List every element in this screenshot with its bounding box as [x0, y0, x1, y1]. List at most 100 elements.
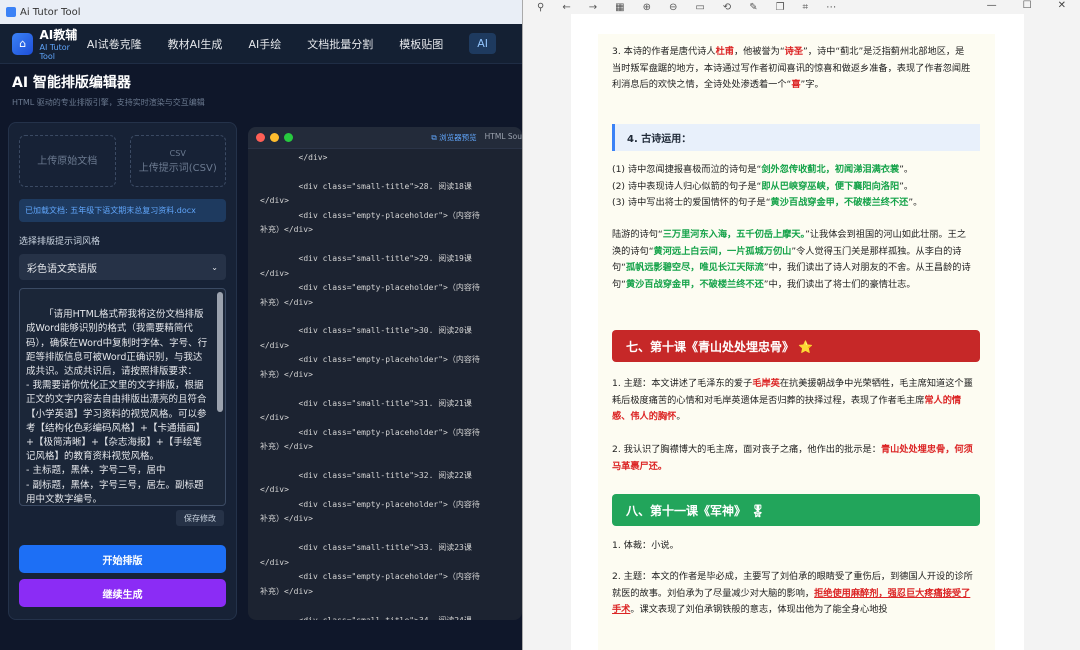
continue-generate-button[interactable]: 继续生成 [19, 579, 226, 607]
brand[interactable]: ⌂ AI教辅 AI Tutor Tool [12, 26, 87, 61]
window-title: Ai Tutor Tool [20, 6, 81, 18]
document-page: 3. 本诗的作者是唐代诗人杜甫，他被誉为“诗圣”，诗中“蓟北”是泛指蓟州北部地区… [571, 14, 1024, 650]
close-icon[interactable]: ✕ [1058, 0, 1066, 11]
page-title: AI 智能排版编辑器 [12, 75, 131, 91]
brand-name: AI教辅 [39, 28, 78, 42]
fit-icon[interactable]: ▭ [695, 2, 704, 13]
upload-doc-label: 上传原始文档 [37, 155, 98, 167]
nav-item-batch-split[interactable]: 文档批量分割 [307, 36, 373, 52]
upload-csv-label: 上传提示词(CSV) [138, 163, 217, 174]
csv-icon-label: CSV [169, 149, 186, 158]
tutor-app-window: Ai Tutor Tool ⌂ AI教辅 AI Tutor Tool AI试卷克… [0, 0, 522, 650]
paragraph-poet: 3. 本诗的作者是唐代诗人杜甫，他被誉为“诗圣”，诗中“蓟北”是泛指蓟州北部地区… [612, 46, 971, 90]
tab-html-source[interactable]: HTML Sou [485, 132, 522, 143]
brand-icon: ⌂ [12, 32, 34, 55]
code-line: <div class="small-title">28. 阅读18课 [260, 181, 472, 191]
edit-icon[interactable]: ✎ [749, 2, 757, 13]
section-banner-8: 八、第十一课《军神》 🎖 [612, 494, 980, 526]
document-content: 3. 本诗的作者是唐代诗人杜甫，他被誉为“诗圣”，诗中“蓟北”是泛指蓟州北部地区… [598, 34, 995, 650]
zoom-in-icon[interactable]: ⊕ [643, 2, 651, 13]
prompt-text: 「请用HTML格式帮我将这份文档排版成Word能够识别的格式（我需要精简代码），… [26, 309, 208, 505]
lesson10-instruction: 2. 我认识了胸襟博大的毛主席，面对丧子之痛，他作出的批示是：青山处处埋忠骨，何… [612, 444, 973, 472]
code-line: </div> [260, 413, 289, 423]
code-line: <div class="small-title">33. 阅读23课 [260, 543, 472, 553]
maximize-icon[interactable]: ☐ [1023, 0, 1032, 11]
grid-icon[interactable]: ▦ [615, 2, 624, 13]
upload-csv-button[interactable]: CSV 上传提示词(CSV) [129, 135, 226, 187]
code-line: 补充）</div> [260, 514, 313, 524]
code-line: <div class="empty-placeholder">（内容待 [260, 210, 480, 220]
brand-sub: AI Tutor Tool [39, 43, 70, 61]
code-line: 补充）</div> [260, 369, 313, 379]
more-icon[interactable]: ⋯ [826, 2, 836, 13]
code-line: </div> [260, 340, 289, 350]
code-line: <div class="empty-placeholder">（内容待 [260, 499, 480, 509]
code-line: 补充）</div> [260, 586, 313, 596]
save-button[interactable]: 保存修改 [176, 510, 224, 526]
prompt-textarea[interactable]: 「请用HTML格式帮我将这份文档排版成Word能够识别的格式（我需要精简代码），… [19, 288, 226, 506]
lesson11-theme: 2. 主题：本文的作者是毕必成，主要写了刘伯承的眼睛受了重伤后，到德国人开设的诊… [612, 571, 973, 615]
lesson10-theme: 1. 主题：本文讲述了毛泽东的爱子毛岸英在抗美援朝战争中光荣牺牲，毛主席知道这个… [612, 378, 973, 422]
nav-item-handdraw[interactable]: AI手绘 [248, 36, 281, 52]
code-line: <div class="small-title">32. 阅读22课 [260, 470, 472, 480]
minimize-icon[interactable]: — [987, 0, 997, 11]
nav-item-template[interactable]: 模板贴图 [399, 36, 443, 52]
style-label: 选择排版提示词风格 [19, 237, 101, 247]
app-titlebar: Ai Tutor Tool [0, 0, 522, 24]
chevron-down-icon: ⌄ [211, 262, 218, 272]
external-link-icon: ⧉ [431, 133, 440, 142]
textarea-scrollbar[interactable] [217, 292, 223, 412]
pin-icon[interactable]: ⚲ [537, 2, 544, 13]
code-panel: ⧉ 浏览器预览 HTML Sou </div> <div class="smal… [248, 127, 522, 620]
forward-arrow-icon[interactable]: → [589, 2, 597, 13]
code-line: <div class="small-title">30. 阅读20课 [260, 326, 472, 336]
code-line: 补充）</div> [260, 297, 313, 307]
code-line: </div> [260, 557, 289, 567]
loaded-file-notice: 已加载文档: 五年级下语文期末总复习资料.docx [19, 199, 226, 222]
code-line: </div> [260, 485, 289, 495]
rotate-icon[interactable]: ⟲ [723, 2, 731, 13]
nav-item-ai-layout[interactable]: AI [469, 33, 496, 54]
nav-item-textbook-gen[interactable]: 教材AI生成 [168, 36, 223, 52]
tab-browser-preview[interactable]: ⧉ 浏览器预览 [431, 132, 476, 143]
screenshot-icon[interactable]: ⌗ [803, 2, 809, 13]
code-line: </div> [260, 153, 328, 162]
paragraph-poems: 陆游的诗句“三万里河东入海，五千仞岳上摩天。”让我体会到祖国的河山如此壮丽。王之… [612, 229, 971, 290]
document-viewer-window: ⚲ ← → ▦ ⊕ ⊖ ▭ ⟲ ✎ ❐ ⌗ ⋯ — ☐ ✕ 3. 本诗的作者是唐… [522, 0, 1080, 650]
code-line: <div class="small-title">29. 阅读19课 [260, 254, 472, 264]
nav-item-exam-clone[interactable]: AI试卷克隆 [87, 36, 142, 52]
close-dot-icon [256, 133, 265, 142]
top-nav: ⌂ AI教辅 AI Tutor Tool AI试卷克隆 教材AI生成 AI手绘 … [0, 24, 522, 64]
style-select[interactable]: 彩色语文英语版 ⌄ [19, 254, 226, 280]
code-line: <div class="small-title">34. 阅读24课 [260, 615, 472, 621]
code-line: <div class="empty-placeholder">（内容待 [260, 427, 480, 437]
style-selected-value: 彩色语文英语版 [27, 263, 97, 275]
back-arrow-icon[interactable]: ← [562, 2, 570, 13]
zoom-out-icon[interactable]: ⊖ [669, 2, 677, 13]
code-line: <div class="empty-placeholder">（内容待 [260, 283, 480, 293]
section-heading-4: 4. 古诗运用： [612, 124, 980, 151]
viewer-toolbar: ⚲ ← → ▦ ⊕ ⊖ ▭ ⟲ ✎ ❐ ⌗ ⋯ — ☐ ✕ [523, 0, 1080, 14]
code-line: <div class="empty-placeholder">（内容待 [260, 355, 480, 365]
code-line: </div> [260, 268, 289, 278]
html-source-code[interactable]: </div> <div class="small-title">28. 阅读18… [248, 151, 522, 620]
code-line: </div> [260, 196, 289, 206]
control-panel: 上传原始文档 CSV 上传提示词(CSV) 已加载文档: 五年级下语文期末总复习… [8, 122, 237, 620]
copy-icon[interactable]: ❐ [776, 2, 785, 13]
poem-usage-list: (1) 诗中忽闻捷报喜极而泣的诗句是“剑外忽传收蓟北，初闻涕泪满衣裳”。 (2)… [612, 164, 923, 208]
start-layout-button[interactable]: 开始排版 [19, 545, 226, 573]
code-line: 补充）</div> [260, 225, 313, 235]
maximize-dot-icon [284, 133, 293, 142]
app-logo-icon [6, 7, 16, 17]
section-banner-7: 七、第十课《青山处处埋忠骨》 ⭐ [612, 330, 980, 362]
lesson11-genre: 1. 体裁：小说。 [612, 540, 679, 551]
code-line: <div class="empty-placeholder">（内容待 [260, 572, 480, 582]
upload-doc-button[interactable]: 上传原始文档 [19, 135, 116, 187]
minimize-dot-icon [270, 133, 279, 142]
code-line: 补充）</div> [260, 442, 313, 452]
